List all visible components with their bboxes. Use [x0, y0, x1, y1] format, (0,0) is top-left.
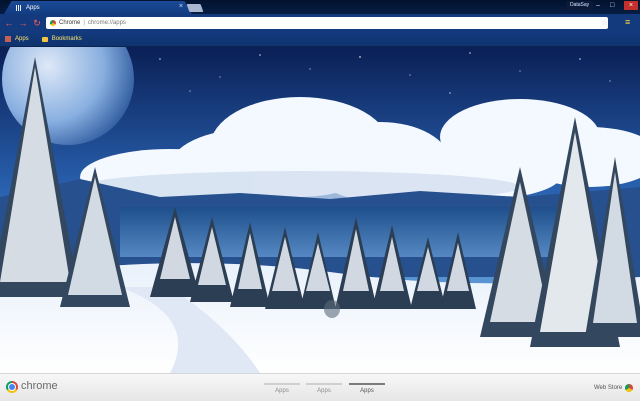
close-icon[interactable]: ×: [179, 3, 183, 11]
minimize-icon[interactable]: –: [596, 1, 600, 10]
apps-page-tab[interactable]: Apps: [264, 383, 300, 394]
new-tab-button[interactable]: [186, 4, 204, 12]
omnibox-scheme: Chrome: [59, 20, 81, 26]
chrome-logo-icon: [6, 381, 18, 393]
page-tab-label: Apps: [360, 388, 374, 394]
apps-grid-icon: [16, 4, 22, 11]
app-launcher-footer: chrome Apps Apps Apps Web Store: [0, 373, 640, 401]
profile-button[interactable]: DataSay: [566, 1, 594, 10]
chrome-wordmark: chrome: [21, 380, 58, 392]
star-icon[interactable]: ☆: [601, 18, 608, 27]
tab-apps[interactable]: Apps ×: [4, 1, 192, 14]
omnibox-separator: |: [83, 20, 85, 26]
apps-page-tab-active[interactable]: Apps: [349, 383, 385, 394]
page-indicator: [349, 383, 385, 385]
apps-grid-icon: [5, 36, 11, 42]
bookmark-label: Bookmarks: [51, 36, 82, 42]
page-tab-label: Apps: [275, 388, 289, 394]
bookmark-label: Apps: [15, 36, 29, 42]
tab-strip: Apps × DataSay – □ ×: [0, 0, 640, 14]
wallpaper-background: [0, 47, 640, 373]
apps-page-tab[interactable]: Apps: [306, 383, 342, 394]
bookmark-apps[interactable]: Apps: [5, 36, 29, 42]
bookmark-folder[interactable]: Bookmarks: [41, 36, 82, 42]
page-indicator: [264, 383, 300, 385]
tab-title: Apps: [26, 4, 40, 11]
maximize-icon[interactable]: □: [610, 1, 614, 10]
omnibox[interactable]: Chrome | chrome://apps: [46, 17, 608, 29]
close-window-button[interactable]: ×: [624, 1, 638, 10]
page-tab-label: Apps: [317, 388, 331, 394]
chrome-icon: [50, 20, 56, 26]
toolbar: ← → ↻ Chrome | chrome://apps ☆ ≡: [0, 14, 640, 32]
omnibox-url[interactable]: chrome://apps: [88, 20, 126, 26]
folder-icon: [41, 36, 48, 42]
winter-landscape: [0, 47, 640, 373]
web-store-link[interactable]: Web Store: [594, 385, 622, 391]
menu-icon[interactable]: ≡: [625, 17, 630, 27]
web-store-icon[interactable]: [625, 384, 633, 392]
arrow-right-icon[interactable]: →: [16, 18, 30, 28]
reload-icon[interactable]: ↻: [30, 18, 44, 29]
arrow-left-icon[interactable]: ←: [2, 18, 16, 28]
bookmarks-bar: Apps Bookmarks: [0, 32, 640, 47]
page-indicator: [306, 383, 342, 385]
